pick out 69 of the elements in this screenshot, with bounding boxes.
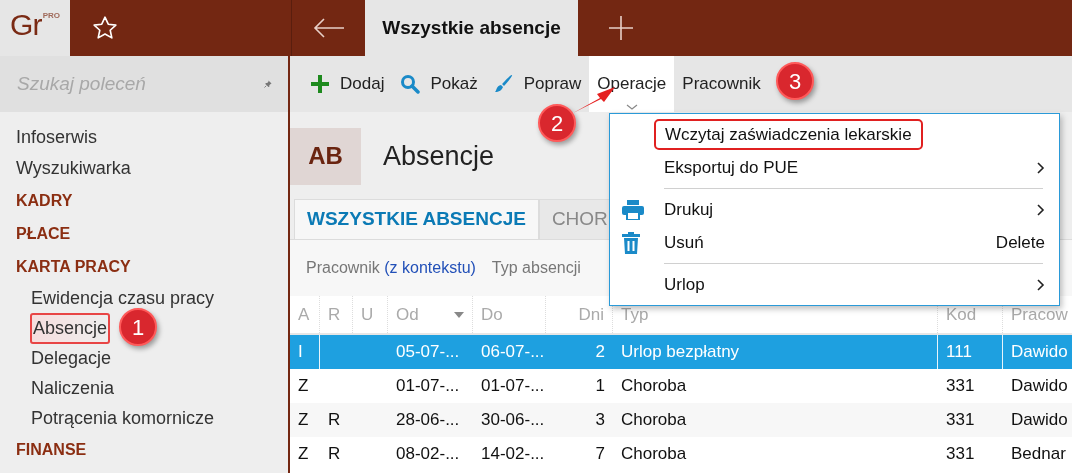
table-cell-text: 1 [595,375,605,398]
table-cell-text: Bednar [1011,443,1066,466]
table-cell-text: 01-07-... [396,375,460,398]
table-cell-text: Choroba [621,375,687,398]
new-tab-icon[interactable] [608,15,634,41]
table-cell-text: 331 [946,443,975,466]
table-cell-text: Dawido [1011,375,1068,398]
search-bar[interactable]: Szukaj poleceń [0,56,288,112]
module-badge: AB [290,127,361,185]
view-tab[interactable]: WSZYSTKIE ABSENCJE [294,199,539,239]
printer-icon [622,199,644,220]
sidebar-item[interactable]: Wyszukiwarka [16,155,131,182]
sidebar-item[interactable]: Naliczenia [31,374,115,402]
brush-icon [493,74,514,94]
table-cell-text: R [328,443,341,466]
table-cell-text: R [328,409,341,432]
sidebar-item[interactable]: KADRY [16,188,73,213]
toolbar-button[interactable]: Pracownik [674,67,769,101]
table-cell-text: Dawido [1011,341,1068,364]
toolbar-button[interactable]: Pokaż [392,67,486,101]
table-cell-text: Urlop bezpłatny [621,341,740,364]
sidebar-item[interactable]: PŁACE [16,221,71,246]
submenu-chevron-icon [1037,161,1045,174]
menu-item[interactable]: Eksportuj do PUE [610,151,1059,184]
toolbar-button[interactable]: Popraw [485,67,590,101]
table-cell-text: 14-02-... [481,443,545,466]
document-tab[interactable]: Wszystkie absencje [365,0,578,56]
search-field[interactable]: Szukaj poleceń [17,69,264,99]
submenu-chevron-icon [1037,278,1045,291]
table-cell-text: 08-02-... [396,443,460,466]
table-cell-text: 3 [595,409,605,432]
table-cell-text: 331 [946,375,975,398]
table-cell-text: 01-07-... [481,375,545,398]
callout-number: 1 [119,308,157,346]
submenu-chevron-icon [1037,203,1045,216]
table-cell-text: 111 [946,341,972,364]
page-title: Absencje [383,139,495,173]
plus-icon [310,74,330,94]
chevron-icon [625,104,638,110]
table-cell-text: 28-06-... [396,409,460,432]
filter-label[interactable]: Typ absencji [491,256,581,280]
table-cell-text: Dawido [1011,409,1068,432]
table-cell-text: Choroba [621,409,687,432]
table-cell-text: Z [298,375,309,398]
table-cell-text: 06-07-... [481,341,545,364]
search-icon [400,74,421,94]
sidebar-item[interactable]: KARTA PRACY [16,254,131,279]
sidebar-item[interactable]: Absencje [30,312,111,344]
sidebar-item[interactable]: Infoserwis [16,124,98,151]
table-cell-text: I [298,341,303,364]
sidebar-item[interactable]: Delegacje [31,344,112,372]
toolbar-button[interactable]: Dodaj [302,67,393,101]
table-cell-text: Z [298,409,309,432]
sort-arrow-icon [454,311,464,318]
table-cell-text: 30-06-... [481,409,545,432]
star-icon[interactable] [92,15,118,41]
back-arrow-icon[interactable] [312,18,345,38]
toolbar-button[interactable]: Operacje [589,56,675,112]
table-cell-text: 331 [946,409,975,432]
sidebar-item[interactable]: Potrącenia komornicze [31,404,215,432]
table-cell-text: Choroba [621,443,687,466]
trash-icon [622,231,640,254]
table-cell-text: 2 [595,341,605,364]
table-row[interactable]: Z R 28-06-... 30-06-... 3 Choroba 331 Dawido [290,403,1072,437]
filter-label[interactable]: Pracownik (z kontekstu) [306,256,476,280]
table-cell-text: 7 [595,443,605,466]
table-cell-text: Z [298,443,309,466]
table-cell-text: 05-07-... [396,341,460,364]
sidebar-item[interactable]: FINANSE [16,437,87,462]
